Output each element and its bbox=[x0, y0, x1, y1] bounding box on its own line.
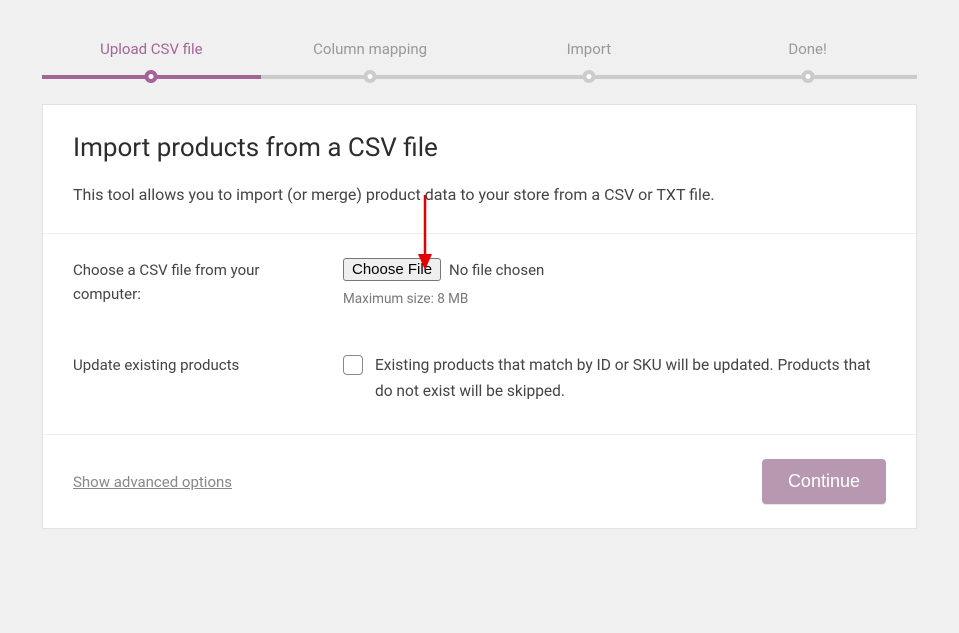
update-label: Update existing products bbox=[73, 353, 343, 377]
step-label: Column mapping bbox=[261, 40, 480, 58]
form-section: Choose a CSV file from your computer: Ch… bbox=[43, 233, 916, 435]
card-footer: Show advanced options Continue bbox=[43, 435, 916, 528]
form-row-file: Choose a CSV file from your computer: Ch… bbox=[43, 234, 916, 329]
update-existing-checkbox[interactable] bbox=[343, 355, 363, 375]
file-status-text: No file chosen bbox=[449, 261, 544, 279]
step-upload: Upload CSV file bbox=[42, 40, 261, 74]
checkbox-wrap: Existing products that match by ID or SK… bbox=[343, 353, 886, 434]
checkbox-description: Existing products that match by ID or SK… bbox=[375, 353, 886, 404]
step-done: Done! bbox=[698, 40, 917, 74]
step-mapping: Column mapping bbox=[261, 40, 480, 74]
step-label: Done! bbox=[698, 40, 917, 58]
advanced-options-link[interactable]: Show advanced options bbox=[73, 473, 232, 491]
step-label: Import bbox=[480, 40, 699, 58]
import-card: Import products from a CSV file This too… bbox=[42, 104, 917, 529]
step-circle bbox=[145, 70, 158, 83]
step-import: Import bbox=[480, 40, 699, 74]
file-label: Choose a CSV file from your computer: bbox=[73, 258, 343, 306]
step-circle bbox=[801, 70, 814, 83]
file-size-hint: Maximum size: 8 MB bbox=[343, 291, 886, 307]
form-row-update: Update existing products Existing produc… bbox=[43, 329, 916, 434]
progress-stepper: Upload CSV file Column mapping Import Do… bbox=[42, 40, 917, 74]
step-label: Upload CSV file bbox=[42, 40, 261, 58]
page-title: Import products from a CSV file bbox=[73, 133, 886, 163]
step-circle bbox=[364, 70, 377, 83]
step-circle bbox=[582, 70, 595, 83]
annotation-arrow-icon bbox=[405, 192, 445, 272]
page-description: This tool allows you to import (or merge… bbox=[73, 183, 886, 207]
card-header: Import products from a CSV file This too… bbox=[43, 105, 916, 233]
continue-button[interactable]: Continue bbox=[762, 459, 886, 504]
update-control: Existing products that match by ID or SK… bbox=[343, 353, 886, 434]
